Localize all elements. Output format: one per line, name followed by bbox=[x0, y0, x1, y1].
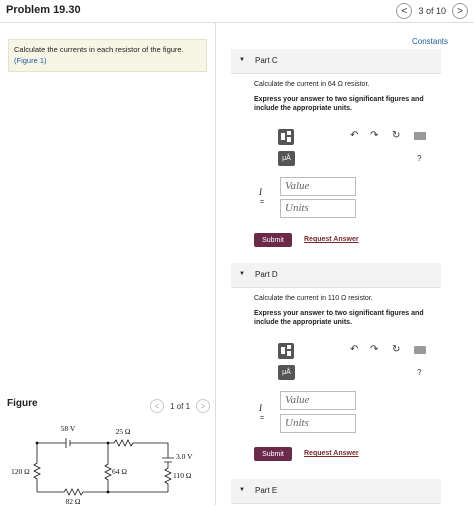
part-c-question: Calculate the current in 64 Ω resistor. bbox=[254, 81, 370, 88]
collapse-triangle-icon: ▼ bbox=[239, 487, 245, 493]
figure-prev-button[interactable]: < bbox=[150, 399, 164, 413]
label-120ohm: 120 Ω bbox=[11, 467, 30, 476]
figure-counter: 1 of 1 bbox=[170, 401, 191, 411]
circuit-diagram: 58 V 25 Ω 3.0 V 120 Ω 64 Ω 110 Ω 82 Ω bbox=[11, 424, 193, 506]
problem-title: Problem 19.30 bbox=[6, 4, 81, 16]
right-panel: Constants ▼ Part C Calculate the current… bbox=[216, 23, 474, 505]
redo-icon[interactable]: ↷ bbox=[370, 130, 378, 141]
part-c-submit-button[interactable]: Submit bbox=[254, 233, 292, 247]
part-d-toolbar: ↶ ↷ ↻ bbox=[278, 343, 428, 363]
part-e-title: Part E bbox=[255, 486, 278, 495]
part-c-units-button[interactable]: μÅ bbox=[278, 151, 295, 166]
figure-link[interactable]: (Figure 1) bbox=[14, 56, 201, 65]
question-box: Calculate the currents in each resistor … bbox=[8, 39, 207, 72]
figure-next-button[interactable]: > bbox=[196, 399, 211, 413]
part-d-submit-button[interactable]: Submit bbox=[254, 447, 292, 461]
part-c-instructions: Express your answer to two significant f… bbox=[254, 96, 424, 112]
part-d-units-button[interactable]: μÅ bbox=[278, 365, 295, 380]
part-d-title: Part D bbox=[255, 270, 278, 279]
figure-nav: < 1 of 1 > bbox=[150, 399, 211, 413]
collapse-triangle-icon: ▼ bbox=[239, 57, 245, 63]
part-e-header[interactable]: ▼ Part E bbox=[231, 479, 441, 504]
part-c-toolbar: ↶ ↷ ↻ bbox=[278, 129, 428, 149]
undo-icon[interactable]: ↶ bbox=[350, 344, 358, 355]
left-panel: Calculate the currents in each resistor … bbox=[0, 23, 216, 506]
page-counter: 3 of 10 bbox=[418, 6, 446, 16]
label-3v: 3.0 V bbox=[176, 452, 193, 461]
constants-link[interactable]: Constants bbox=[412, 37, 448, 46]
part-c-help-icon[interactable]: ? bbox=[417, 154, 421, 163]
problem-nav: < 3 of 10 > bbox=[396, 3, 468, 19]
part-d-question: Calculate the current in 110 Ω resistor. bbox=[254, 295, 373, 302]
part-c-units-input[interactable]: Units bbox=[280, 199, 356, 218]
label-64ohm: 64 Ω bbox=[112, 467, 127, 476]
part-c-header[interactable]: ▼ Part C bbox=[231, 49, 441, 74]
reset-icon[interactable]: ↻ bbox=[392, 130, 400, 141]
part-c-equals: = bbox=[260, 199, 265, 206]
redo-icon[interactable]: ↷ bbox=[370, 344, 378, 355]
keyboard-icon[interactable] bbox=[414, 346, 426, 354]
part-d-units-input[interactable]: Units bbox=[280, 414, 356, 433]
part-d-variable: I bbox=[259, 403, 262, 413]
label-110ohm: 110 Ω bbox=[173, 471, 192, 480]
part-d-equals: = bbox=[260, 415, 265, 422]
part-d-request-answer-link[interactable]: Request Answer bbox=[304, 450, 359, 457]
part-d-instructions: Express your answer to two significant f… bbox=[254, 310, 424, 326]
question-text: Calculate the currents in each resistor … bbox=[14, 45, 184, 54]
top-bar: Problem 19.30 < 3 of 10 > bbox=[0, 0, 474, 23]
prev-problem-button[interactable]: < bbox=[396, 3, 413, 19]
part-c-variable: I bbox=[259, 187, 262, 197]
reset-icon[interactable]: ↻ bbox=[392, 344, 400, 355]
part-d-help-icon[interactable]: ? bbox=[417, 368, 421, 377]
keyboard-icon[interactable] bbox=[414, 132, 426, 140]
label-25ohm: 25 Ω bbox=[116, 427, 131, 436]
label-58v: 58 V bbox=[61, 424, 76, 433]
templates-icon[interactable] bbox=[278, 343, 294, 359]
templates-icon[interactable] bbox=[278, 129, 294, 145]
part-c-title: Part C bbox=[255, 56, 278, 65]
part-c-request-answer-link[interactable]: Request Answer bbox=[304, 236, 359, 243]
next-problem-button[interactable]: > bbox=[452, 3, 468, 19]
part-d-value-input[interactable]: Value bbox=[280, 391, 356, 410]
part-c-value-input[interactable]: Value bbox=[280, 177, 356, 196]
figure-label: Figure bbox=[7, 398, 38, 409]
undo-icon[interactable]: ↶ bbox=[350, 130, 358, 141]
collapse-triangle-icon: ▼ bbox=[239, 271, 245, 277]
part-d-header[interactable]: ▼ Part D bbox=[231, 263, 441, 288]
